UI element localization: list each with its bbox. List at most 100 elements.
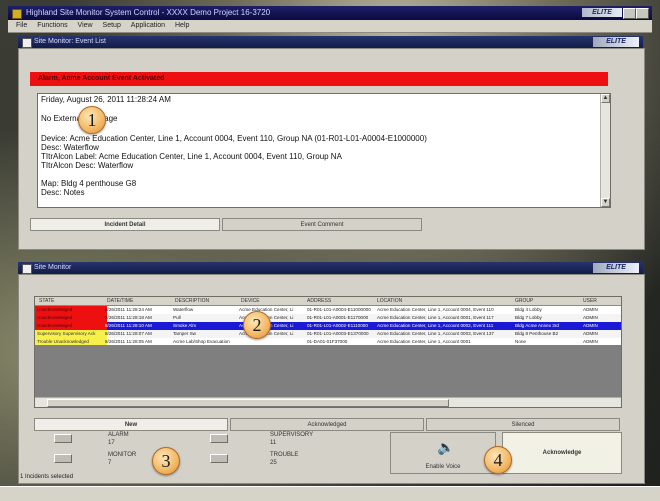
acknowledge-button[interactable]: Acknowledge: [502, 432, 622, 474]
cell-description: Tamper Sw: [173, 331, 196, 336]
callout-3: 3: [152, 447, 180, 475]
monitor-label: MONITOR: [108, 452, 137, 458]
alarm-indicator: [54, 434, 72, 443]
cell-state: Unacknowledged: [35, 314, 107, 322]
table-row[interactable]: Unacknowledged8/26/2011 11:28:18 AM Pull A…: [35, 314, 621, 322]
menu-application[interactable]: Application: [131, 22, 165, 29]
detail-line: Desc: Waterflow: [41, 143, 99, 152]
cell-address: 01-R01-L01-A0004-E11000000: [307, 307, 371, 312]
detail-line: [41, 104, 597, 113]
supervisory-label: SUPERVISORY: [270, 432, 314, 438]
callout-4: 4: [484, 446, 512, 474]
detail-line: [41, 125, 597, 134]
col-device[interactable]: DEVICE: [241, 297, 260, 305]
table-row[interactable]: Unacknowledged 8/26/2011 11:28:24 AM Water…: [35, 306, 621, 314]
cell-datetime: 8/26/2011 11:28:24 AM: [105, 307, 152, 312]
cell-group: Bldg 8 Penthouse B2: [515, 331, 559, 336]
cell-description: Smoke Alm: [173, 323, 197, 328]
detail-scrollbar[interactable]: ▲ ▼: [600, 94, 610, 207]
cell-datetime: 8/26/2011 11:28:18 AM: [105, 315, 152, 320]
col-user[interactable]: USER: [583, 297, 597, 305]
cell-datetime: 8/26/2011 11:28:07 AM: [105, 331, 152, 336]
speaker-icon: 🔈: [437, 439, 455, 455]
cell-user: ADMIN: [583, 307, 598, 312]
minimize-button[interactable]: [623, 8, 636, 19]
cell-state: Unacknowledged: [35, 306, 107, 314]
menu-help[interactable]: Help: [175, 22, 189, 29]
enable-voice-button[interactable]: 🔈 Enable Voice: [390, 432, 496, 474]
cell-address: 01-R01-L01-A0002-E1110000: [307, 323, 368, 328]
menu-functions[interactable]: Functions: [37, 22, 67, 29]
col-datetime[interactable]: DATE/TIME: [107, 297, 133, 305]
cell-user: ADMIN: [583, 323, 598, 328]
alarm-list-table[interactable]: STATE DATE/TIME DESCRIPTION DEVICE ADDRE…: [34, 296, 622, 408]
event-panel-title: Site Monitor: Event List: [34, 38, 106, 45]
cell-group: Bldg Acme Annex 3rd: [515, 323, 559, 328]
menu-setup[interactable]: Setup: [103, 22, 121, 29]
detail-line: TItrAlcon Label: Acme Education Center, …: [41, 152, 342, 161]
cell-datetime: 8/26/2011 11:28:10 AM: [105, 323, 152, 328]
event-tabs: Incident Detail Event Comment: [30, 218, 610, 231]
trouble-count: 25: [270, 460, 277, 466]
detail-line: Device: Acme Education Center, Line 1, A…: [41, 134, 427, 143]
callout-1: 1: [78, 106, 106, 134]
cell-group: Bldg 7 Lobby: [515, 315, 542, 320]
alarm-header: Alarm, Acme Account Event Activated: [30, 72, 608, 86]
col-location[interactable]: LOCATION: [377, 297, 402, 305]
status-counters: ALARM 17 MONITOR 7 SUPERVISORY 11 TROUBL…: [40, 430, 400, 472]
supervisory-count: 11: [270, 440, 277, 446]
detail-line: Friday, August 26, 2011 11:28:24 AM: [41, 95, 171, 104]
elite-logo: ELITE: [593, 263, 639, 273]
detail-line: Desc: Notes: [41, 188, 85, 197]
cell-description: Waterflow: [173, 307, 194, 312]
table-header: STATE DATE/TIME DESCRIPTION DEVICE ADDRE…: [35, 297, 621, 306]
cell-description: Pull: [173, 315, 181, 320]
menu-file[interactable]: File: [16, 22, 27, 29]
trouble-indicator: [210, 454, 228, 463]
incident-detail-text[interactable]: Friday, August 26, 2011 11:28:24 AM No E…: [37, 93, 611, 208]
detail-line: No External Message: [41, 114, 117, 123]
table-row[interactable]: Supervisory Supervisory Ack 8/26/2011 11:…: [35, 330, 621, 338]
elite-logo: ELITE: [593, 37, 639, 47]
cell-state: Unacknowledged: [35, 322, 107, 330]
alarms-panel-title: Site Monitor: [34, 264, 72, 271]
detail-line: Map: Bldg 4 penthouse G8: [41, 179, 137, 188]
taskbar: [0, 486, 660, 501]
scroll-down-icon[interactable]: ▼: [601, 198, 610, 207]
col-address[interactable]: ADDRESS: [307, 297, 331, 305]
col-description[interactable]: DESCRIPTION: [175, 297, 209, 305]
menu-bar: File Functions View Setup Application He…: [8, 20, 652, 33]
cell-address: 01-R01-L01-A0001-E1170000: [307, 315, 369, 320]
detail-line: TItrAlcon Desc: Waterflow: [41, 161, 134, 170]
cell-user: ADMIN: [583, 331, 598, 336]
cell-state: Supervisory Supervisory Ack: [35, 330, 107, 338]
cell-location: Acme Education Center, Line 1, Account 0…: [377, 331, 494, 336]
col-group[interactable]: GROUP: [515, 297, 533, 305]
event-panel-titlebar: Site Monitor: Event List ELITE: [18, 36, 643, 48]
alarm-count: 17: [108, 440, 115, 446]
enable-voice-label: Enable Voice: [425, 464, 461, 470]
menu-view[interactable]: View: [78, 22, 93, 29]
table-hscrollbar[interactable]: [35, 397, 621, 407]
scroll-up-icon[interactable]: ▲: [601, 94, 610, 103]
col-state[interactable]: STATE: [39, 297, 54, 305]
selection-status: 1 Incidents selected: [20, 474, 74, 480]
window-title: Highland Site Monitor System Control - X…: [26, 8, 271, 17]
cell-address: 01-R01-L01-A0003-E1370000: [307, 331, 369, 336]
acknowledge-label: Acknowledge: [542, 450, 582, 456]
scroll-thumb[interactable]: [47, 399, 449, 407]
tab-event-comment[interactable]: Event Comment: [222, 218, 422, 231]
window-titlebar: Highland Site Monitor System Control - X…: [8, 6, 652, 20]
table-empty-area: [35, 345, 621, 397]
supervisory-indicator: [210, 434, 228, 443]
cell-location: Acme Education Center, Line 1, Account 0…: [377, 315, 494, 320]
cell-location: Acme Education Center, Line 1, Account 0…: [377, 307, 494, 312]
cell-user: ADMIN: [583, 315, 598, 320]
tab-silenced[interactable]: Silenced: [426, 418, 620, 431]
table-row[interactable]: Unacknowledged 8/26/2011 11:28:10 AM Smoke…: [35, 322, 621, 330]
callout-2: 2: [243, 311, 271, 339]
panel-icon: [22, 38, 32, 48]
monitor-indicator: [54, 454, 72, 463]
tab-incident-detail[interactable]: Incident Detail: [30, 218, 220, 231]
close-button[interactable]: [636, 8, 649, 19]
